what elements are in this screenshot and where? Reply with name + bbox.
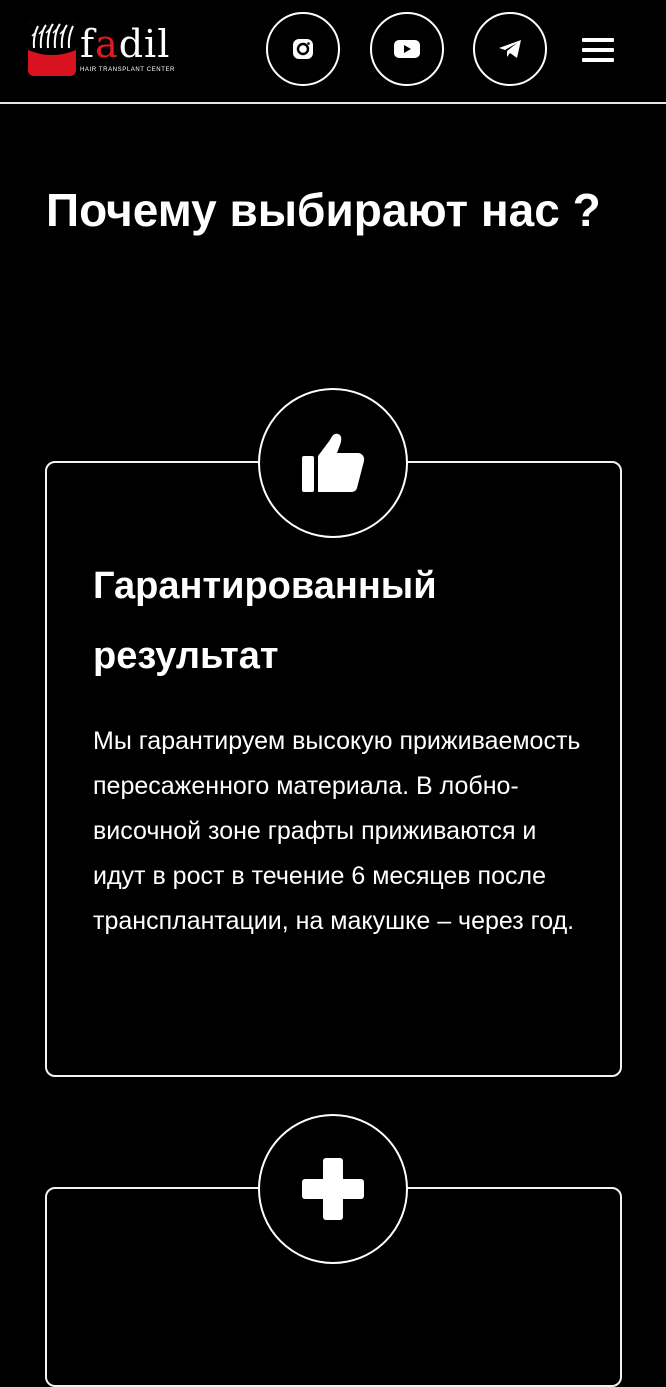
youtube-button[interactable] xyxy=(370,12,444,86)
logo-badge xyxy=(28,20,76,76)
site-header: fadil HAIR TRANSPLANT CENTER xyxy=(0,0,666,104)
section-title: Почему выбирают нас ? xyxy=(46,184,601,236)
logo-wordmark: fadil xyxy=(80,22,171,66)
logo-tagline: HAIR TRANSPLANT CENTER xyxy=(80,67,175,73)
hamburger-menu-icon[interactable] xyxy=(582,36,616,64)
card-text: Мы гарантируем высокую приживаемость пер… xyxy=(93,727,581,935)
instagram-button[interactable] xyxy=(266,12,340,86)
thumbs-up-icon xyxy=(302,433,365,492)
youtube-icon xyxy=(394,40,420,58)
telegram-button[interactable] xyxy=(473,12,547,86)
instagram-icon xyxy=(293,39,313,59)
card-icon-circle xyxy=(258,388,408,538)
card-title: Гарантированный результат xyxy=(93,565,437,677)
card-icon-circle xyxy=(258,1114,408,1264)
logo[interactable]: fadil HAIR TRANSPLANT CENTER xyxy=(28,20,180,78)
plus-icon xyxy=(302,1158,364,1220)
feature-card: Гарантированный результат Мы гарантируем… xyxy=(45,461,622,1077)
telegram-icon xyxy=(499,40,521,58)
